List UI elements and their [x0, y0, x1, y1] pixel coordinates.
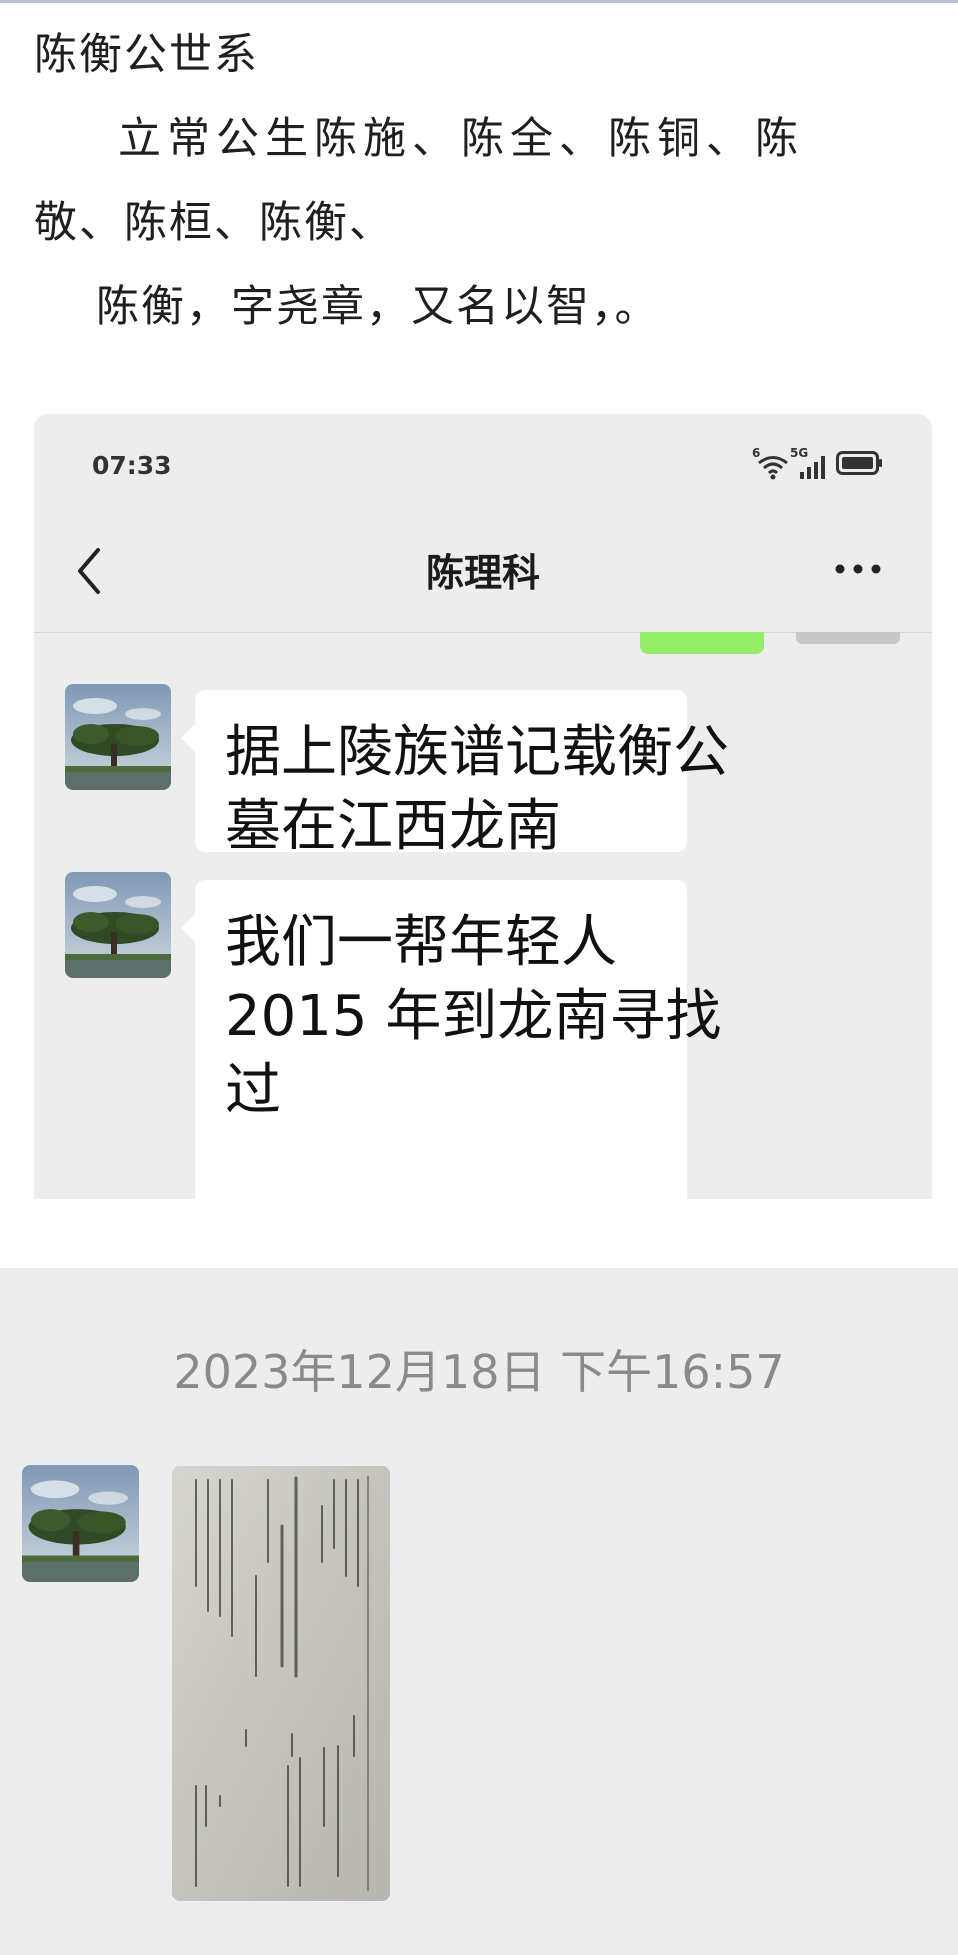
avatar[interactable]	[65, 872, 171, 978]
message-text: 墓在江西龙南	[225, 794, 561, 859]
signal-icon: 5G	[790, 446, 830, 480]
sent-message-bubble-partial	[640, 632, 764, 654]
sent-avatar-partial	[796, 632, 900, 644]
network-label: 5G	[790, 446, 809, 460]
avatar[interactable]	[22, 1465, 139, 1582]
chat-area: 2023年12月18日 下午16:57	[0, 1268, 958, 1955]
article: 陈衡公世系 立常公生陈施、陈全、陈铜、陈 敬、陈桓、陈衡、 陈衡，字尧章，又名以…	[0, 0, 958, 390]
message-text: 据上陵族谱记载衡公	[225, 720, 729, 785]
message-text: 过	[225, 1058, 281, 1123]
wifi-icon: 6	[752, 446, 790, 480]
article-paragraph-line: 立常公生陈施、陈全、陈铜、陈	[118, 114, 804, 164]
message-text: 我们一帮年轻人	[225, 910, 617, 975]
article-title: 陈衡公世系	[34, 30, 259, 80]
message-bubble: 我们一帮年轻人 2015 年到龙南寻找 过	[181, 880, 722, 1199]
chat-title: 陈理科	[425, 551, 540, 595]
status-icons: 6 5G	[752, 446, 884, 480]
wifi-label: 6	[752, 446, 761, 460]
avatar[interactable]	[65, 684, 171, 790]
status-time: 07:33	[92, 451, 172, 480]
article-paragraph-line: 陈衡，字尧章，又名以智，。	[96, 282, 660, 332]
message-timestamp: 2023年12月18日 下午16:57	[173, 1345, 785, 1399]
battery-icon	[836, 450, 884, 480]
chat-screenshot: 07:33 6 5G 陈理科 据上陵族谱记载衡公 墓在江西龙南 我们一帮年轻人 …	[34, 414, 932, 1199]
more-dots-icon[interactable]	[832, 554, 884, 584]
article-paragraph-line: 敬、陈桓、陈衡、	[34, 198, 394, 248]
message-text: 2015 年到龙南寻找	[225, 984, 722, 1049]
message-bubble: 据上陵族谱记载衡公 墓在江西龙南	[181, 690, 729, 859]
genealogy-document-image[interactable]	[172, 1466, 390, 1901]
